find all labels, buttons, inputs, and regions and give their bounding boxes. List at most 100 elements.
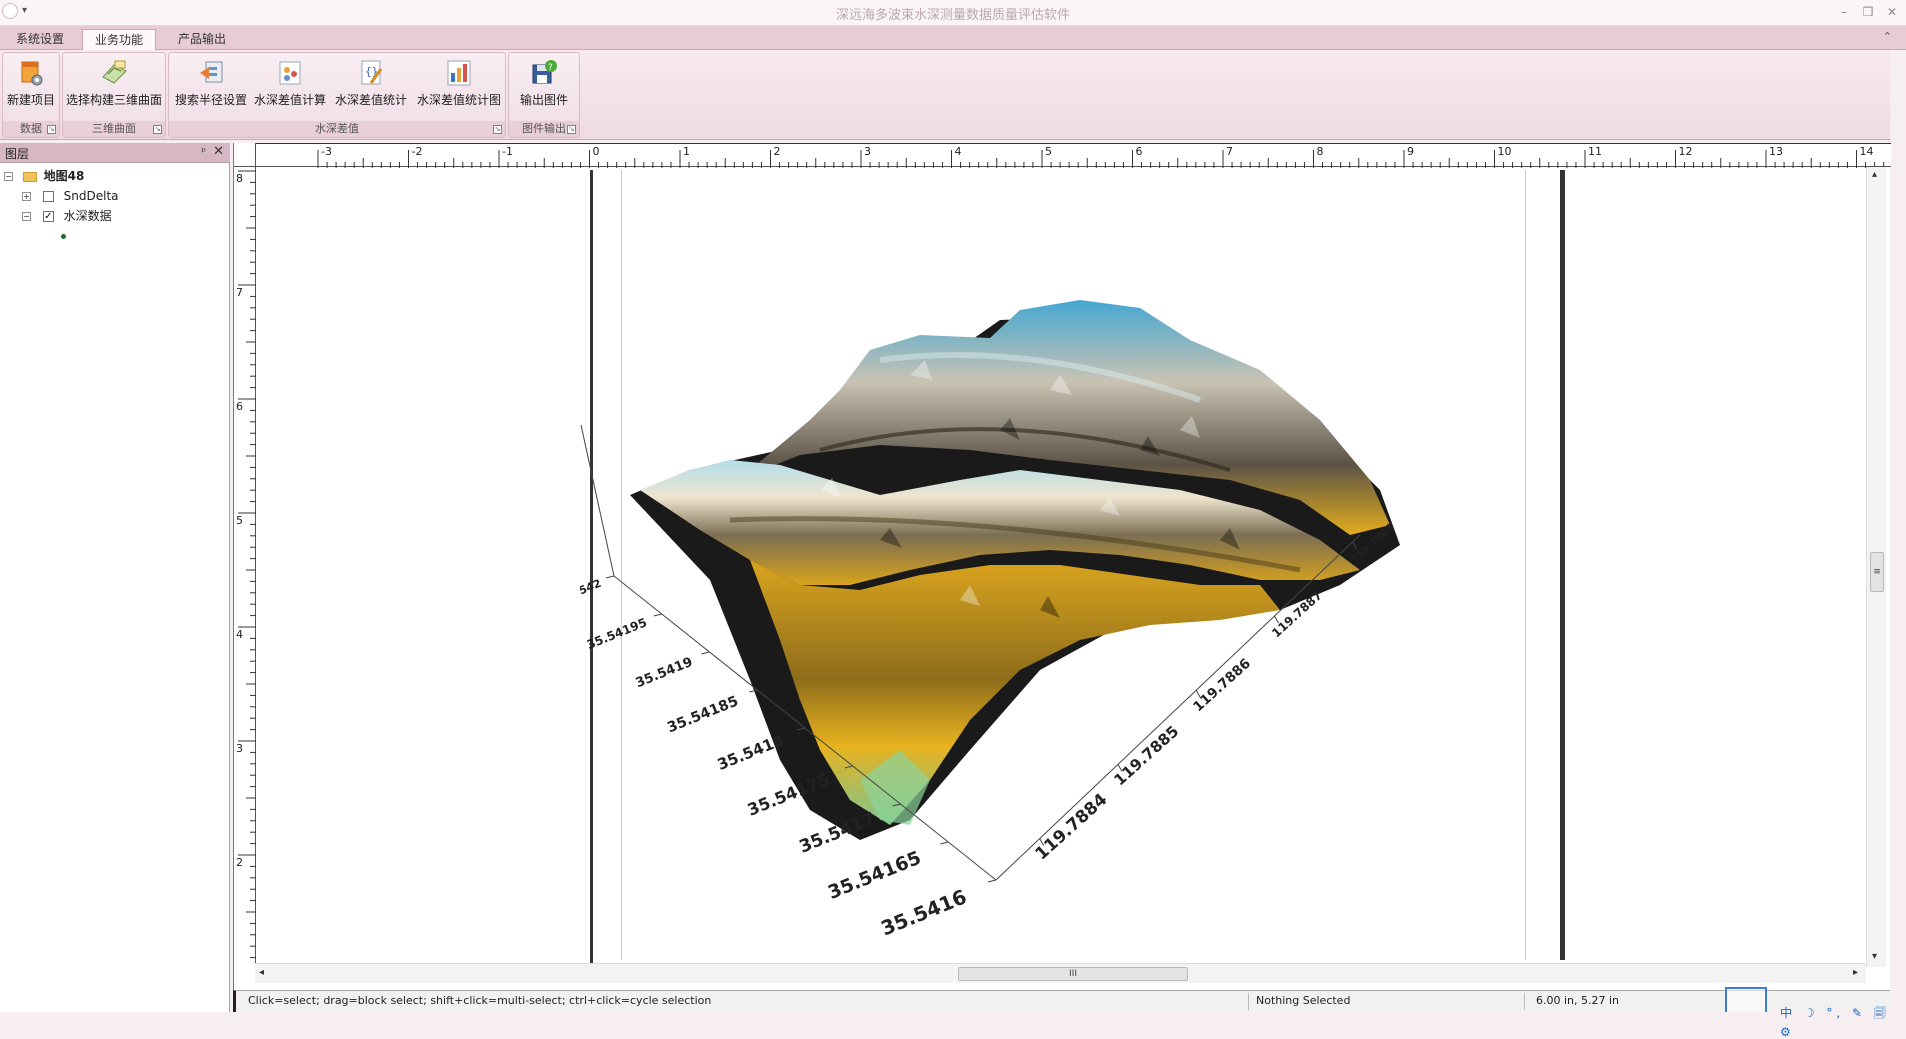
scroll-left-icon[interactable]: ◂ [259, 967, 264, 978]
layer-visibility-checkbox[interactable]: ✓ [42, 211, 54, 222]
status-divider [1524, 993, 1525, 1010]
scroll-right-icon[interactable]: ▸ [1853, 967, 1858, 978]
export-map-label: 输出图件 [519, 93, 568, 107]
layers-panel-title: 图层 [5, 147, 30, 161]
depth-diff-calc-button[interactable]: 水深差值计算 [251, 57, 329, 117]
tab-product-output[interactable]: 产品输出 [166, 29, 238, 51]
layers-panel: 图层 ᵖ ✕ − 地图48 + SndDelta − ✓ 水深数据 [0, 143, 230, 1012]
status-hint: Click=select; drag=block select; shift+c… [248, 994, 712, 1007]
y-axis-tick-label: 35.5419 [634, 655, 695, 691]
x-axis-tick-label: 119.7884 [1032, 790, 1112, 865]
y-axis-tick-label: 35.54185 [665, 693, 741, 736]
status-bar: Click=select; drag=block select; shift+c… [233, 990, 1890, 1012]
horizontal-ruler-ticks: -3 -2 -1 0 1 2 3 4 5 6 7 8 9 10 11 12 13 14 [317, 145, 1885, 168]
ruler-label: 5 [1045, 145, 1052, 158]
search-radius-icon [197, 59, 225, 87]
new-project-label: 新建项目 [6, 93, 55, 107]
tree-item-label: SndDelta [63, 189, 119, 203]
ruler-label: -1 [502, 145, 513, 158]
horizontal-ruler: -3 -2 -1 0 1 2 3 4 5 6 7 8 9 10 11 12 13 14 [256, 143, 1891, 168]
y-axis-tick-label: 35.54195 [585, 615, 649, 652]
page-border-right [1560, 170, 1565, 960]
ruler-label: -2 [412, 145, 423, 158]
group-depth-diff-launcher-icon[interactable]: ↘ [493, 125, 502, 134]
layers-panel-header: 图层 ᵖ ✕ [0, 143, 230, 163]
collapse-icon[interactable]: − [22, 212, 31, 221]
minimize-button[interactable]: – [1834, 2, 1854, 22]
vertical-scrollbar[interactable]: ▴ ≡ ▾ [1866, 167, 1886, 967]
layer-visibility-checkbox[interactable] [42, 191, 54, 202]
ruler-label: 6 [1136, 145, 1143, 158]
ruler-label: 2 [774, 145, 781, 158]
vertical-ruler: 87654321 [234, 167, 256, 983]
group-data-launcher-icon[interactable]: ↘ [47, 125, 56, 134]
y-axis-tick-label: 35.5416 [878, 885, 970, 940]
depth-diff-calc-label: 水深差值计算 [253, 93, 326, 107]
ruler-label: -3 [321, 145, 332, 158]
depth-diff-stats-label: 水深差值统计 [334, 93, 407, 107]
panel-close-icon[interactable]: ✕ [213, 144, 224, 159]
group-data: 新建项目 数据 ↘ [2, 52, 60, 138]
ruler-label: 6 [236, 400, 243, 413]
page-margin-right [1525, 170, 1526, 960]
scroll-up-icon[interactable]: ▴ [1872, 169, 1877, 180]
group-3d-surface-launcher-icon[interactable]: ↘ [153, 125, 162, 134]
ribbon-tabs: 系统设置 业务功能 产品输出 ⌃ [0, 26, 1906, 51]
status-selection: Nothing Selected [1256, 994, 1351, 1007]
window-title: 深远海多波束水深测量数据质量评估软件 [835, 8, 1070, 23]
depth-diff-stats-button[interactable]: {} 水深差值统计 [331, 57, 411, 117]
new-project-button[interactable]: 新建项目 [5, 57, 57, 117]
map-folder-icon [22, 171, 37, 182]
close-button[interactable]: ✕ [1882, 2, 1902, 22]
tab-system-settings[interactable]: 系统设置 [4, 29, 76, 51]
y-axis-tick-label: 35.5418 [715, 731, 787, 774]
tree-item-depth-data[interactable]: − ✓ 水深数据 [22, 207, 112, 225]
pin-icon[interactable]: ᵖ [201, 145, 206, 158]
tree-item-label: 地图48 [43, 169, 85, 183]
tab-business-functions[interactable]: 业务功能 [82, 29, 157, 51]
ime-toolbar[interactable]: 中 ☽ °, ✎ 🗐 ⚙ [1780, 1004, 1906, 1039]
expand-icon[interactable]: + [22, 192, 31, 201]
scroll-down-icon[interactable]: ▾ [1872, 951, 1877, 962]
depth-diff-chart-button[interactable]: 水深差值统计图 [415, 57, 503, 117]
status-divider [1248, 993, 1249, 1010]
tree-item-map[interactable]: − 地图48 [4, 167, 84, 185]
y-axis-tick [987, 879, 997, 883]
search-radius-button[interactable]: 搜索半径设置 [173, 57, 249, 117]
group-map-output-launcher-icon[interactable]: ↘ [567, 125, 576, 134]
build-surface-label: 选择构建三维曲面 [65, 93, 162, 107]
horizontal-scrollbar[interactable]: ◂ III ▸ [255, 963, 1866, 983]
ruler-label: 10 [1498, 145, 1512, 158]
group-depth-diff-label: 水深差值 [169, 121, 505, 137]
collapse-icon[interactable]: − [4, 172, 13, 181]
vertical-ruler-ticks: 87654321 [236, 170, 256, 983]
export-map-button[interactable]: ? 输出图件 [513, 57, 575, 117]
ruler-label: 7 [236, 286, 243, 299]
y-axis-tick-label: 35.54165 [825, 848, 924, 904]
ribbon-collapse-icon[interactable]: ⌃ [1883, 30, 1892, 43]
search-radius-label: 搜索半径设置 [174, 93, 247, 107]
title-bar: ▾ 深远海多波束水深测量数据质量评估软件 – ❐ ✕ [0, 0, 1906, 26]
vertical-scroll-thumb[interactable]: ≡ [1870, 552, 1884, 592]
ribbon: 新建项目 数据 ↘ 选择构建三维曲面 三维曲面 ↘ 搜索半径设置 水深差值计算 [0, 50, 1890, 140]
restore-button[interactable]: ❐ [1858, 2, 1878, 22]
ruler-label: 11 [1588, 145, 1602, 158]
build-surface-button[interactable]: 选择构建三维曲面 [65, 57, 163, 117]
depth-diff-stats-icon: {} [357, 59, 385, 87]
depth-diff-chart-icon [445, 59, 473, 87]
y-axis-tick [701, 651, 710, 655]
build-surface-icon [100, 59, 128, 87]
horizontal-scroll-thumb[interactable]: III [958, 967, 1188, 981]
depth-diff-calc-icon [276, 59, 304, 87]
ruler-label: 8 [1317, 145, 1324, 158]
3d-surface-plot[interactable]: 35.542 35.5419535.541935.5418535.5418 35.5… [580, 280, 1500, 960]
ime-indicator [1725, 987, 1767, 1012]
svg-text:?: ? [548, 63, 553, 73]
ruler-label: 2 [236, 856, 243, 869]
tree-item-snddelta[interactable]: + SndDelta [22, 187, 119, 205]
ruler-label: 5 [236, 514, 243, 527]
y-axis-tick-label: 35.542 [580, 577, 603, 605]
ruler-label: 3 [864, 145, 871, 158]
ruler-label: 14 [1860, 145, 1874, 158]
x-axis-tick-label: 119.7886 [1190, 656, 1254, 716]
